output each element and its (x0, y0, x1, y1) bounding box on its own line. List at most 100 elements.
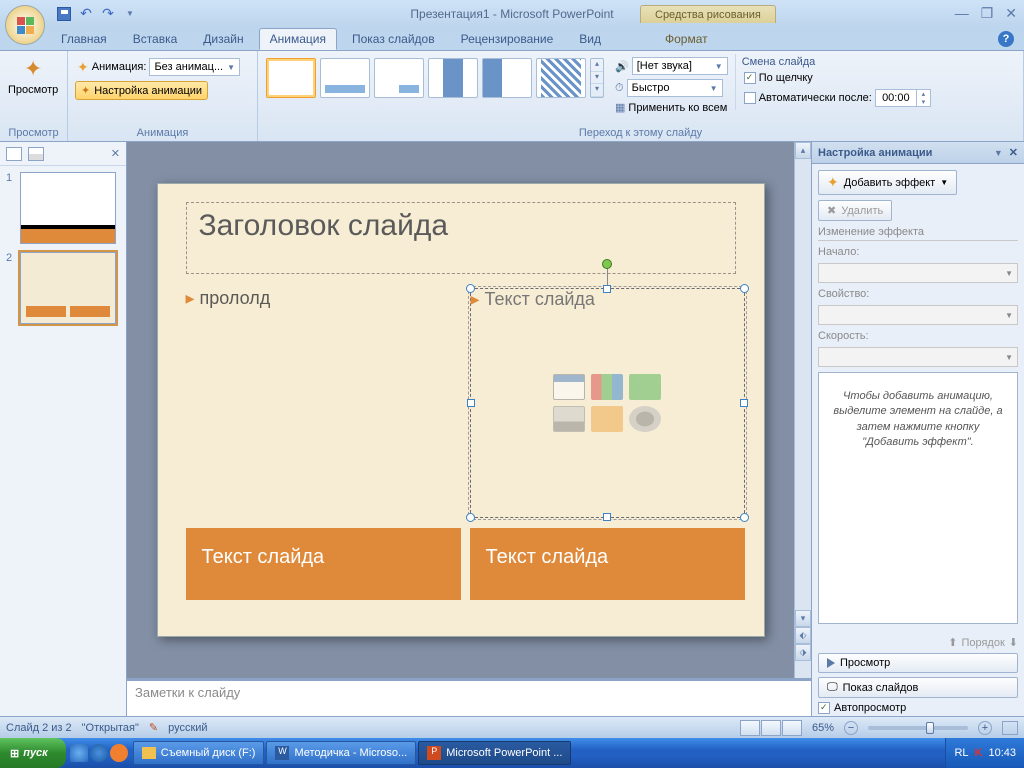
auto-after-spinner[interactable]: ▴▾ (875, 89, 931, 107)
preview-anim-button[interactable]: Просмотр (818, 653, 1018, 673)
tray-lang[interactable]: RL (954, 747, 968, 759)
slide-area[interactable]: Заголовок слайда прололд Текст слайда (127, 142, 811, 678)
resize-handle[interactable] (740, 284, 749, 293)
status-bar: Слайд 2 из 2 "Открытая" ✎ русский 65% − … (0, 716, 1024, 738)
tray-clock[interactable]: 10:43 (988, 747, 1016, 759)
transition-item[interactable] (482, 58, 532, 98)
speed-combo-tp: ▼ (818, 347, 1018, 367)
slideshow-view-button[interactable] (782, 720, 802, 736)
smartart-icon[interactable] (629, 374, 661, 400)
slideshow-button[interactable]: 🖵Показ слайдов (818, 677, 1018, 698)
tab-review[interactable]: Рецензирование (450, 28, 565, 50)
prev-slide-button[interactable]: ⬖ (795, 627, 811, 644)
close-button[interactable]: ✕ (1002, 5, 1020, 22)
taskbar-item[interactable]: WМетодичка - Microso... (266, 741, 416, 765)
outline-tab[interactable] (28, 147, 44, 161)
preview-button[interactable]: ✦ Просмотр (4, 54, 62, 98)
slide-thumbnail-2[interactable] (20, 252, 116, 324)
start-button[interactable]: ⊞пуск (0, 738, 66, 768)
rotate-handle[interactable] (602, 259, 612, 269)
sorter-view-button[interactable] (761, 720, 781, 736)
save-button[interactable] (54, 4, 74, 24)
ql-ie-icon[interactable] (90, 744, 108, 762)
language-status[interactable]: русский (168, 722, 207, 734)
slide-counter: Слайд 2 из 2 (6, 722, 72, 734)
transition-item[interactable] (320, 58, 370, 98)
sound-combo[interactable]: [Нет звука]▼ (632, 57, 728, 75)
next-slide-button[interactable]: ⬗ (795, 644, 811, 661)
add-effect-button[interactable]: ✦Добавить эффект▼ (818, 170, 957, 195)
zoom-in-button[interactable]: + (978, 721, 992, 735)
taskbar-item[interactable]: Съемный диск (F:) (133, 741, 265, 765)
tab-design[interactable]: Дизайн (192, 28, 254, 50)
ql-desktop-icon[interactable] (70, 744, 88, 762)
autopreview-checkbox[interactable] (818, 702, 830, 714)
normal-view-button[interactable] (740, 720, 760, 736)
minimize-button[interactable]: — (952, 5, 972, 22)
tab-format[interactable]: Формат (654, 28, 719, 50)
taskbar-item[interactable]: PMicrosoft PowerPoint ... (418, 741, 571, 765)
resize-handle[interactable] (467, 399, 475, 407)
transition-none[interactable] (266, 58, 316, 98)
spellcheck-icon[interactable]: ✎ (149, 721, 158, 734)
restore-button[interactable]: ❐ (978, 5, 997, 22)
scroll-down-button[interactable]: ▾ (795, 610, 811, 627)
speed-combo[interactable]: Быстро▼ (627, 79, 723, 97)
tray-kaspersky-icon[interactable]: K (975, 747, 983, 759)
undo-button[interactable]: ↶ (76, 4, 96, 24)
content-placeholder-bottom-right[interactable]: Текст слайда (470, 528, 745, 600)
panel-close-button[interactable]: ✕ (111, 147, 120, 160)
redo-button[interactable]: ↷ (98, 4, 118, 24)
transition-item[interactable] (536, 58, 586, 98)
content-placeholder-top-left[interactable]: прололд (186, 288, 461, 518)
vertical-scrollbar[interactable]: ▴ ▾ ⬖ ⬗ (794, 142, 811, 678)
table-icon[interactable] (553, 374, 585, 400)
taskpane-menu-button[interactable]: ▼ (994, 148, 1003, 158)
scroll-up-button[interactable]: ▴ (795, 142, 811, 159)
resize-handle[interactable] (466, 513, 475, 522)
office-button[interactable] (5, 5, 45, 45)
clipart-icon[interactable] (591, 406, 623, 432)
remove-icon: ✖ (827, 204, 836, 217)
content-placeholder-bottom-left[interactable]: Текст слайда (186, 528, 461, 600)
zoom-slider[interactable] (868, 726, 968, 730)
tab-insert[interactable]: Вставка (122, 28, 189, 50)
tab-view[interactable]: Вид (568, 28, 612, 50)
resize-handle[interactable] (740, 399, 748, 407)
resize-handle[interactable] (466, 284, 475, 293)
animation-settings-button[interactable]: ✦ Настройка анимации (75, 81, 208, 100)
slide-title-placeholder[interactable]: Заголовок слайда (186, 202, 736, 274)
zoom-value[interactable]: 65% (812, 722, 834, 734)
sound-icon: 🔊 (615, 60, 629, 73)
gallery-more-button[interactable]: ▴▾▾ (590, 58, 604, 98)
fit-window-button[interactable] (1002, 721, 1018, 735)
media-icon[interactable] (629, 406, 661, 432)
resize-handle[interactable] (603, 513, 611, 521)
gear-icon: ✦ (81, 84, 90, 97)
picture-icon[interactable] (553, 406, 585, 432)
apply-all-button[interactable]: ▦Применить ко всем (613, 100, 730, 115)
slide-thumbnail-1[interactable] (20, 172, 116, 244)
resize-handle[interactable] (603, 285, 611, 293)
auto-after-checkbox[interactable] (744, 92, 756, 104)
transition-item[interactable] (374, 58, 424, 98)
help-button[interactable]: ? (998, 31, 1014, 47)
animation-combo[interactable]: Без анимац...▼ (149, 58, 240, 76)
transition-gallery[interactable]: ▴▾▾ (262, 54, 608, 102)
slides-tab[interactable] (6, 147, 22, 161)
ql-player-icon[interactable] (110, 744, 128, 762)
tab-home[interactable]: Главная (50, 28, 118, 50)
resize-handle[interactable] (740, 513, 749, 522)
chart-icon[interactable] (591, 374, 623, 400)
title-bar: ↶ ↷ ▼ Презентация1 - Microsoft PowerPoin… (0, 0, 1024, 27)
on-click-checkbox[interactable] (744, 72, 756, 84)
qat-more-button[interactable]: ▼ (120, 4, 140, 24)
reorder-down-button: ⬇ (1009, 636, 1018, 649)
content-placeholder-top-right[interactable]: Текст слайда (470, 288, 745, 518)
tab-slideshow[interactable]: Показ слайдов (341, 28, 446, 50)
taskpane-close-button[interactable]: ✕ (1009, 146, 1018, 159)
tab-animation[interactable]: Анимация (259, 28, 337, 50)
transition-item[interactable] (428, 58, 478, 98)
zoom-out-button[interactable]: − (844, 721, 858, 735)
notes-pane[interactable]: Заметки к слайду (127, 678, 811, 720)
